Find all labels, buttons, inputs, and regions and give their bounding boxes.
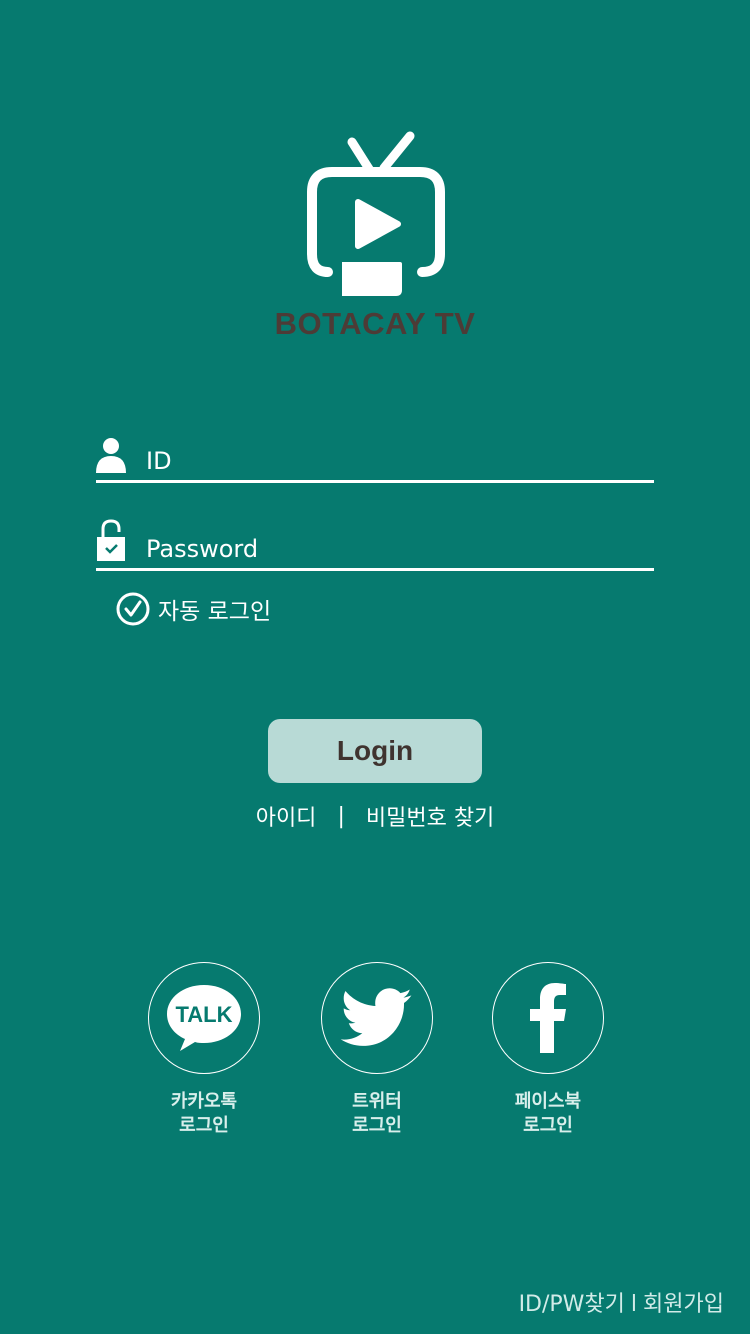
kakao-login-label: 카카오톡 로그인 [170, 1091, 238, 1136]
kakao-login[interactable]: TALK 카카오톡 로그인 [134, 962, 274, 1138]
find-id-pw-link[interactable]: ID/PW찾기 [519, 1292, 625, 1317]
user-icon [96, 438, 126, 473]
lock-icon [97, 519, 125, 561]
tv-logo-icon [307, 131, 445, 296]
find-id-link[interactable]: 아이디 [256, 800, 317, 832]
auto-login-toggle[interactable]: 자동 로그인 [116, 592, 271, 626]
facebook-login-button[interactable] [492, 962, 604, 1074]
sign-up-link[interactable]: 회원가입 [643, 1292, 724, 1317]
password-field[interactable] [96, 516, 654, 571]
twitter-login-label: 트위터 로그인 [352, 1091, 402, 1136]
twitter-login-button[interactable] [321, 962, 433, 1074]
facebook-login[interactable]: 페이스북 로그인 [478, 962, 618, 1138]
facebook-login-label: 페이스북 로그인 [514, 1091, 582, 1136]
kakao-login-button[interactable]: TALK [148, 962, 260, 1074]
app-name: BOTACAY TV [274, 306, 476, 341]
twitter-login[interactable]: 트위터 로그인 [307, 962, 447, 1138]
facebook-icon [530, 983, 566, 1053]
link-separator: | [337, 803, 345, 829]
auto-login-label: 자동 로그인 [158, 599, 272, 625]
check-circle-icon[interactable] [116, 592, 150, 626]
id-input[interactable] [146, 444, 636, 478]
find-password-link[interactable]: 비밀번호 찾기 [366, 800, 494, 832]
login-button[interactable]: Login [268, 719, 482, 783]
find-account-links: 아이디 | 비밀번호 찾기 [0, 800, 750, 832]
bottom-separator: l [630, 1292, 638, 1317]
kakao-talk-icon: TALK [167, 985, 241, 1051]
password-input[interactable] [146, 532, 636, 566]
kakao-talk-icon-text: TALK [175, 1002, 232, 1027]
twitter-icon [340, 988, 412, 1046]
bottom-links: ID/PW찾기 l 회원가입 [519, 1286, 724, 1318]
id-field[interactable] [96, 430, 654, 483]
